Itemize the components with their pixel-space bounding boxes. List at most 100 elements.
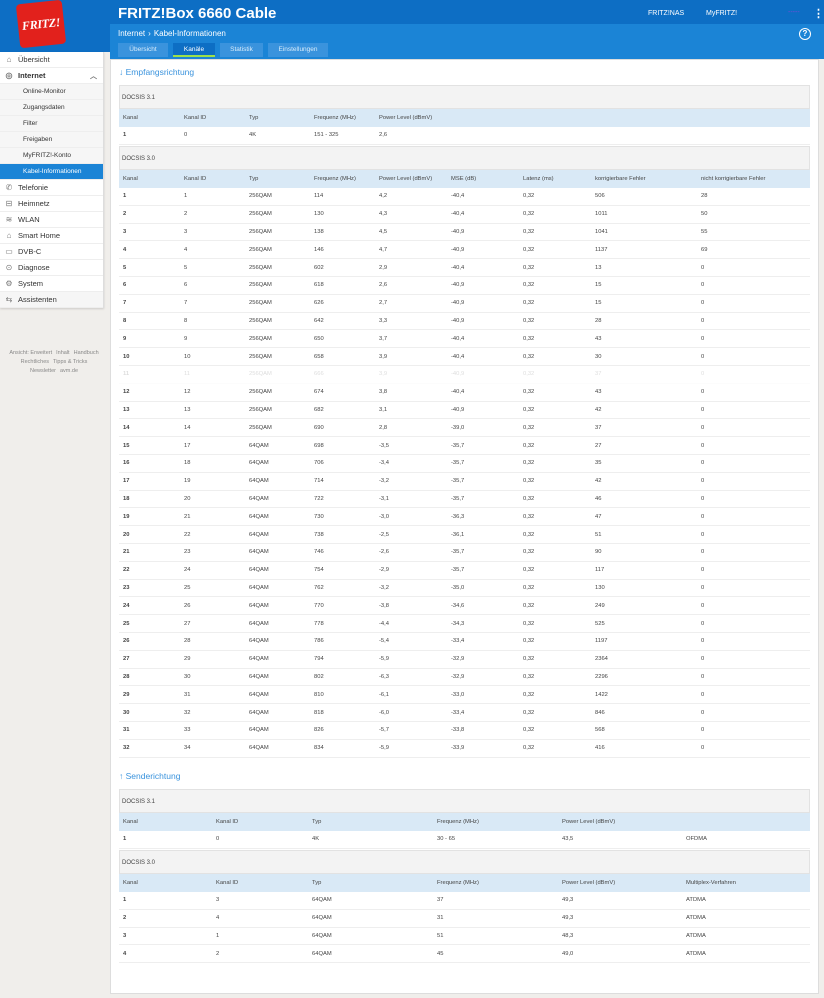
- table-cell: 46: [595, 495, 602, 502]
- table-cell: 24: [123, 602, 130, 609]
- table-row: 31 33 64QAM 826 -5,7 -33,8 0,32 568 0: [119, 722, 810, 740]
- table-cell: 0: [701, 406, 705, 413]
- table-cell: 24: [184, 567, 191, 574]
- table-row: 17 19 64QAM 714 -3,2 -35,7 0,32 42 0: [119, 473, 810, 491]
- sidebar-item-label: Telefonie: [18, 183, 49, 192]
- sidebar-item-smart-home[interactable]: ⌂ Smart Home: [0, 228, 103, 244]
- more-menu-icon[interactable]: ⋮: [813, 7, 824, 20]
- table-cell: -2,6: [379, 549, 389, 556]
- table-cell: 64QAM: [249, 745, 269, 752]
- table-cell: 0: [701, 531, 705, 538]
- table-cell: 3,1: [379, 406, 388, 413]
- footer-link-inhalt[interactable]: Inhalt: [56, 350, 69, 356]
- table-cell: 18: [184, 460, 191, 467]
- help-icon[interactable]: ?: [799, 28, 811, 40]
- user-link[interactable]: -----: [788, 9, 800, 16]
- sidebar-item-diagnose[interactable]: ⊙ Diagnose: [0, 260, 103, 276]
- table-cell: 15: [595, 282, 602, 289]
- footer-link-rechtliches[interactable]: Rechtliches: [21, 359, 49, 365]
- table-cell: 1: [123, 836, 127, 843]
- tab-uebersicht[interactable]: Übersicht: [118, 43, 168, 57]
- table-cell: 3: [123, 228, 127, 235]
- table-cell: 3,8: [379, 389, 388, 396]
- table-row: 32 34 64QAM 834 -5,9 -33,9 0,32 416 0: [119, 740, 810, 758]
- fritz-logo-text: FRITZ!: [21, 14, 61, 33]
- sidebar-subitem-zugangsdaten[interactable]: Zugangsdaten: [0, 100, 103, 116]
- table-cell: -2,9: [379, 567, 389, 574]
- sidebar-subitem-filter[interactable]: Filter: [0, 116, 103, 132]
- table-cell: 3,3: [379, 317, 388, 324]
- smarthome-icon: ⌂: [6, 230, 12, 240]
- table-row: 18 20 64QAM 722 -3,1 -35,7 0,32 46 0: [119, 491, 810, 509]
- table-cell: 19: [123, 513, 130, 520]
- table-cell: 0,32: [523, 389, 535, 396]
- table-cell: -36,1: [451, 531, 465, 538]
- sidebar-item-heimnetz[interactable]: ⊟ Heimnetz: [0, 196, 103, 212]
- table-row: 21 23 64QAM 746 -2,6 -35,7 0,32 90 0: [119, 544, 810, 562]
- table-cell: 146: [314, 246, 324, 253]
- table-row: 25 27 64QAM 778 -4,4 -34,3 0,32 525 0: [119, 615, 810, 633]
- table-cell: 256QAM: [249, 317, 272, 324]
- table-cell: 4K: [249, 132, 257, 139]
- table-row: 4 2 64QAM 45 49,0 ATDMA: [119, 945, 810, 964]
- myfritz-link[interactable]: MyFRITZ!: [706, 10, 737, 17]
- sidebar-item-assistenten[interactable]: ⇆ Assistenten: [0, 292, 103, 308]
- column-header: Kanal: [123, 176, 138, 182]
- table-cell: 1041: [595, 228, 608, 235]
- column-header: Latenz (ms): [523, 176, 554, 182]
- sidebar-item-system[interactable]: ⚙ System: [0, 276, 103, 292]
- sidebar-item-internet[interactable]: ◎ Internet ︿: [0, 68, 103, 84]
- footer-link-ansicht[interactable]: Ansicht: Erweitert: [9, 350, 52, 356]
- sidebar-item-wlan[interactable]: ≋ WLAN: [0, 212, 103, 228]
- footer-link-handbuch[interactable]: Handbuch: [74, 350, 99, 356]
- column-header: Typ: [312, 819, 322, 825]
- downstream-docsis30-rows: 1 1 256QAM 114 4,2 -40,4 0,32 506 28 2 2 256QAM 130 4…: [119, 188, 810, 758]
- table-cell: 15: [595, 300, 602, 307]
- home-icon: ⌂: [6, 54, 12, 64]
- table-row: 9 9 256QAM 650 3,7 -40,4 0,32 43 0: [119, 330, 810, 349]
- table-cell: 0: [701, 389, 705, 396]
- sidebar-item-uebersicht[interactable]: ⌂ Übersicht: [0, 52, 103, 68]
- table-cell: 64QAM: [249, 602, 269, 609]
- table-cell: 12: [184, 389, 191, 396]
- table-cell: 42: [595, 478, 602, 485]
- table-cell: 249: [595, 602, 605, 609]
- table-cell: 0: [701, 460, 705, 467]
- table-cell: -33,4: [451, 638, 465, 645]
- table-row: 4 4 256QAM 146 4,7 -40,9 0,32 1137 69: [119, 241, 810, 260]
- table-cell: 64QAM: [249, 584, 269, 591]
- sidebar-item-dvb-c[interactable]: ▭ DVB-C: [0, 244, 103, 260]
- table-row: 3 3 256QAM 138 4,5 -40,9 0,32 1041 55: [119, 224, 810, 242]
- table-cell: 706: [314, 460, 324, 467]
- table-cell: 818: [314, 709, 324, 716]
- tab-kanaele[interactable]: Kanäle: [173, 43, 215, 57]
- table-cell: 14: [123, 424, 130, 431]
- sidebar-item-telefonie[interactable]: ✆ Telefonie: [0, 180, 103, 196]
- breadcrumb-internet[interactable]: Internet: [118, 29, 145, 38]
- table-cell: 256QAM: [249, 371, 272, 378]
- table-cell: 0: [701, 549, 705, 556]
- footer-link-newsletter[interactable]: Newsletter: [30, 368, 56, 374]
- upstream-docsis31: DOCSIS 3.1 Kanal Kanal ID Typ Frequenz (…: [119, 789, 810, 849]
- sidebar-subitem-online-monitor[interactable]: Online-Monitor: [0, 84, 103, 100]
- column-header: Kanal ID: [184, 115, 207, 121]
- sidebar-subitem-freigaben[interactable]: Freigaben: [0, 132, 103, 148]
- sidebar-subitem-kabel-informationen[interactable]: Kabel-Informationen: [0, 164, 103, 180]
- column-header: Power Level (dBmV): [562, 819, 616, 825]
- table-cell: 802: [314, 673, 324, 680]
- table-row: 23 25 64QAM 762 -3,2 -35,0 0,32 130 0: [119, 580, 810, 598]
- sidebar-item-label: Heimnetz: [18, 199, 50, 208]
- table-cell: 138: [314, 228, 324, 235]
- tab-statistik[interactable]: Statistik: [220, 43, 263, 57]
- sidebar-subitem-myfritz-konto[interactable]: MyFRITZ!-Konto: [0, 148, 103, 164]
- tab-einstellungen[interactable]: Einstellungen: [268, 43, 328, 57]
- fritz-nas-link[interactable]: FRITZ!NAS: [648, 10, 684, 17]
- footer-link-tipps[interactable]: Tipps & Tricks: [53, 359, 87, 365]
- table-cell: -40,4: [451, 264, 465, 271]
- sidebar-item-label: Übersicht: [18, 55, 50, 64]
- fritz-logo[interactable]: FRITZ!: [15, 0, 67, 49]
- table-cell: 13: [595, 264, 602, 271]
- table-cell: 0,32: [523, 228, 535, 235]
- footer-link-avm[interactable]: avm.de: [60, 368, 78, 374]
- downstream-docsis31: DOCSIS 3.1 Kanal Kanal ID Typ Frequenz (…: [119, 85, 810, 145]
